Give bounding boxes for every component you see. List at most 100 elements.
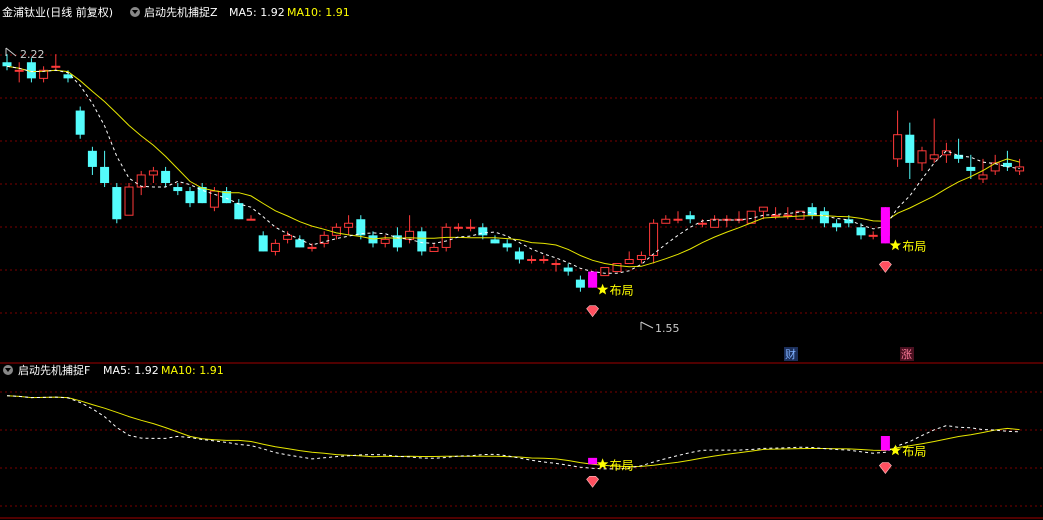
candle: [502, 239, 512, 252]
candle: [246, 215, 256, 221]
candle-body: [100, 166, 110, 184]
candle: [283, 231, 293, 244]
candle: [51, 54, 61, 71]
candle-body: [124, 186, 134, 216]
candle: [539, 255, 549, 264]
candle: [39, 66, 49, 83]
sub-indicator-lines: [6, 395, 1020, 470]
signal-markers: 布局布局布局布局: [586, 207, 926, 488]
candle-body: [392, 235, 402, 248]
candle-body: [1002, 162, 1012, 167]
star-icon: [889, 444, 902, 456]
candle-body: [502, 243, 512, 248]
candle-body: [173, 187, 183, 192]
candle-body: [832, 223, 842, 228]
candles: [2, 54, 1025, 292]
sub-header: 启动先机捕捉F MA5: 1.92 MA10: 1.91: [3, 363, 224, 377]
candle-body: [868, 234, 878, 237]
candle-body: [466, 226, 476, 229]
sub-ma10-value: MA10: 1.91: [161, 364, 224, 377]
low-marker: 1.55: [640, 321, 680, 335]
candle: [685, 211, 695, 224]
candle-body: [636, 254, 646, 260]
candle: [2, 54, 12, 71]
stock-chart[interactable]: 布局布局布局布局 金浦钛业(日线 前复权) 启动先机捕捉Z MA5: 1.92 …: [0, 0, 1043, 520]
candle-body: [87, 150, 97, 167]
candle-body: [758, 206, 768, 212]
candle-body: [575, 279, 585, 288]
candle-body: [453, 226, 463, 229]
candle-body: [539, 258, 549, 261]
candle: [295, 235, 305, 248]
candle: [124, 183, 134, 216]
candle: [954, 138, 964, 163]
sub-signal-label: 布局: [902, 444, 926, 458]
candle: [649, 219, 659, 264]
candle-body: [295, 239, 305, 248]
candle-body: [356, 219, 366, 236]
candle: [331, 223, 341, 240]
sub-ma10-line: [6, 395, 1020, 468]
svg-text:涨: 涨: [901, 348, 912, 361]
stock-title: 金浦钛业(日线 前复权): [2, 5, 113, 19]
sub-signal-bar: [588, 457, 598, 465]
signal-label: 布局: [902, 239, 926, 253]
candle: [527, 255, 537, 264]
candle-body: [380, 238, 390, 244]
candle-body: [905, 134, 915, 163]
gem-icon: [586, 476, 599, 488]
candle-body: [685, 215, 695, 220]
candle-body: [209, 190, 219, 208]
candle-body: [246, 218, 256, 221]
candle-body: [673, 218, 683, 221]
ma10-value: MA10: 1.91: [287, 6, 350, 19]
candle-body: [14, 69, 24, 72]
indicator-name: 启动先机捕捉Z: [144, 5, 218, 19]
candle: [148, 166, 158, 184]
candle-body: [624, 258, 634, 265]
candle: [100, 150, 110, 188]
candle: [466, 219, 476, 232]
candle-body: [929, 154, 939, 160]
candle-body: [197, 187, 207, 204]
candle-body: [527, 258, 537, 261]
marker-cai[interactable]: 财: [784, 347, 798, 361]
candle: [893, 110, 903, 167]
candle: [173, 183, 183, 196]
marker-zhang[interactable]: 涨: [900, 347, 914, 361]
candle: [868, 231, 878, 240]
candle: [75, 106, 85, 139]
candle: [917, 146, 927, 171]
candle: [710, 215, 720, 228]
candle: [1002, 150, 1012, 171]
candle: [344, 215, 354, 236]
svg-text:财: 财: [785, 347, 796, 361]
candle-body: [270, 242, 280, 252]
candle-body: [185, 191, 195, 204]
low-price-label: 1.55: [655, 322, 680, 335]
candle-body: [917, 150, 927, 164]
candle: [478, 223, 488, 240]
sub-indicator-name: 启动先机捕捉F: [18, 363, 90, 377]
main-header: 金浦钛业(日线 前复权) 启动先机捕捉Z MA5: 1.92 MA10: 1.9…: [2, 5, 350, 19]
candle: [453, 223, 463, 232]
ma5-line: [6, 65, 1020, 274]
signal-group: 布局布局: [586, 271, 634, 488]
candle: [807, 203, 817, 220]
candle-body: [661, 218, 671, 224]
gem-icon: [879, 261, 892, 273]
candle-body: [161, 170, 171, 184]
candle-body: [112, 187, 122, 220]
candle: [734, 211, 744, 224]
candle: [380, 235, 390, 248]
candle: [136, 170, 146, 196]
sub-signal-label: 布局: [610, 458, 634, 472]
candle-body: [331, 226, 341, 236]
candle: [87, 146, 97, 175]
candle: [722, 215, 732, 228]
candle: [832, 219, 842, 232]
candle: [941, 142, 951, 163]
candle: [514, 247, 524, 264]
candle: [600, 267, 610, 277]
candle: [624, 251, 634, 265]
